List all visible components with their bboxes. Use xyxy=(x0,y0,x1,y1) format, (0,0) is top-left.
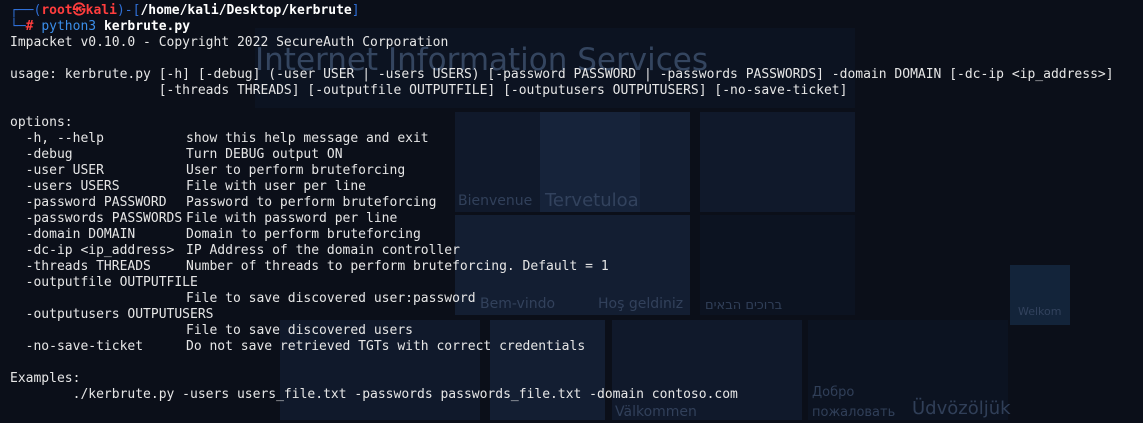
option-flag: -domain DOMAIN xyxy=(10,227,136,242)
option-flag: -users USERS xyxy=(10,179,120,194)
option-flag: -no-save-ticket xyxy=(10,339,144,354)
option-row: -password PASSWORD Password to perform br… xyxy=(10,195,1143,211)
example-line: ./kerbrute.py -users users_file.txt -pas… xyxy=(10,387,738,402)
option-desc: IP Address of the domain controller xyxy=(186,243,460,258)
prompt-line-2: └─# python3 kerbrute.py xyxy=(10,19,1143,35)
option-row: File to save discovered user:password xyxy=(10,291,1143,307)
option-flag: -dc-ip <ip_address> xyxy=(10,243,175,258)
option-flag-long: -outputusers OUTPUTUSERS xyxy=(10,307,214,322)
option-flag: -h, --help xyxy=(10,131,104,146)
examples-header: Examples: xyxy=(10,371,81,386)
usage-line: [-threads THREADS] [-outputfile OUTPUTFI… xyxy=(10,83,848,98)
banner-line: Impacket v0.10.0 - Copyright 2022 Secure… xyxy=(10,35,449,50)
command-name: python3 xyxy=(41,19,97,34)
option-desc: Password to perform bruteforcing xyxy=(186,195,437,210)
option-row: -user USER User to perform bruteforcing xyxy=(10,163,1143,179)
option-flag: -debug xyxy=(10,147,73,162)
option-desc: Domain to perform bruteforcing xyxy=(186,227,421,242)
prompt-corner: └─ xyxy=(10,19,26,34)
option-row: -users USERS File with user per line xyxy=(10,179,1143,195)
options-header: options: xyxy=(10,115,73,130)
prompt-bracket: ┌──( xyxy=(10,3,42,18)
prompt-sep: ㉿ xyxy=(72,3,86,18)
option-row: -debug Turn DEBUG output ON xyxy=(10,147,1143,163)
option-desc: show this help message and exit xyxy=(186,131,429,146)
prompt-bracket: )-[ xyxy=(116,3,141,18)
command-arg: kerbrute.py xyxy=(103,19,191,34)
option-flag: -passwords PASSWORDS xyxy=(10,211,183,226)
prompt-path: /home/kali/Desktop/kerbrute xyxy=(140,3,352,18)
option-flag: -password PASSWORD xyxy=(10,195,167,210)
prompt-bracket: ] xyxy=(351,3,360,18)
option-row: -dc-ip <ip_address> IP Address of the dom… xyxy=(10,243,1143,259)
option-desc: File to save discovered user:password xyxy=(186,291,476,306)
option-flag-long: -outputfile OUTPUTFILE xyxy=(10,275,198,290)
option-row: -passwords PASSWORDS File with password p… xyxy=(10,211,1143,227)
usage-line: usage: kerbrute.py [-h] [-debug] (-user … xyxy=(10,67,1114,82)
option-desc: Do not save retrieved TGTs with correct … xyxy=(186,339,586,354)
option-desc: File to save discovered users xyxy=(186,323,413,338)
option-desc: File with password per line xyxy=(186,211,398,226)
option-desc: File with user per line xyxy=(186,179,367,194)
option-row: File to save discovered users xyxy=(10,323,1143,339)
prompt-line-1: ┌──(root㉿kali)-[/home/kali/Desktop/kerbr… xyxy=(10,3,1143,19)
option-desc: Number of threads to perform bruteforcin… xyxy=(186,259,609,274)
option-flag: -threads THREADS xyxy=(10,259,151,274)
option-desc: User to perform bruteforcing xyxy=(186,163,406,178)
option-desc: Turn DEBUG output ON xyxy=(186,147,343,162)
option-row: -h, --help show this help message and exi… xyxy=(10,131,1143,147)
prompt-user: root xyxy=(41,3,73,18)
option-row: -no-save-ticket Do not save retrieved TGT… xyxy=(10,339,1143,355)
option-flag: -user USER xyxy=(10,163,104,178)
option-row: -threads THREADS Number of threads to per… xyxy=(10,259,1143,275)
bg-word: Välkommen xyxy=(615,404,697,420)
option-row: -domain DOMAIN Domain to perform brutefor… xyxy=(10,227,1143,243)
terminal-output[interactable]: ┌──(root㉿kali)-[/home/kali/Desktop/kerbr… xyxy=(10,3,1143,403)
prompt-host: kali xyxy=(85,3,117,18)
